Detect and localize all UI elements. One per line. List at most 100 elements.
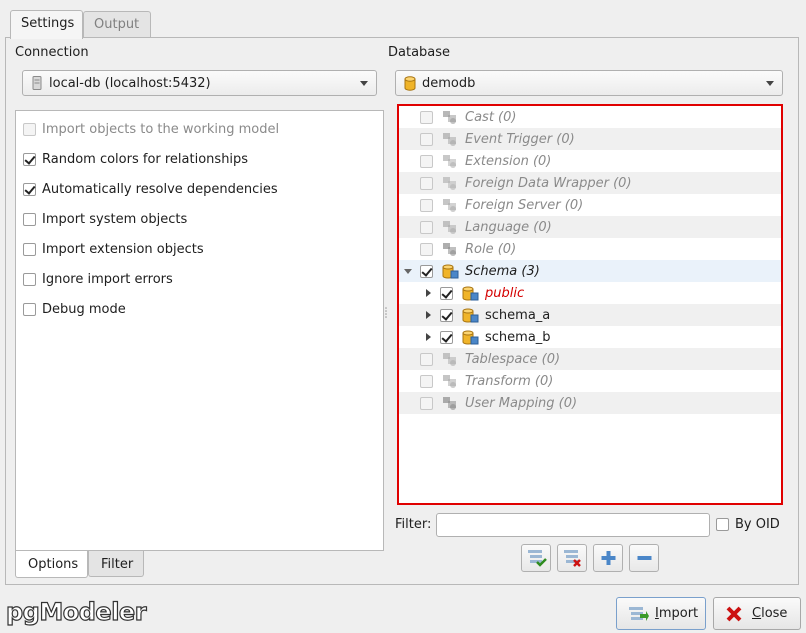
collapse-all-button[interactable]	[629, 544, 659, 572]
object-type-icon	[443, 155, 456, 168]
tree-item[interactable]: schema_a	[399, 304, 781, 326]
tree-item-label: Event Trigger (0)	[465, 131, 575, 147]
checkbox[interactable]	[23, 242, 36, 256]
object-type-icon	[443, 199, 456, 212]
tree-item-label: Schema (3)	[465, 263, 540, 279]
tree-item[interactable]: Schema (3)	[399, 260, 781, 282]
tree-item-label: Language (0)	[465, 219, 552, 235]
tree-item[interactable]: Foreign Server (0)	[399, 194, 781, 216]
tree-item[interactable]: User Mapping (0)	[399, 392, 781, 414]
tree-item-label: public	[485, 285, 525, 301]
close-icon	[726, 606, 742, 621]
tree-item-checkbox[interactable]	[440, 308, 453, 322]
option-ignore-errors[interactable]: Ignore import errors	[23, 269, 173, 289]
tree-item-checkbox[interactable]	[420, 220, 433, 234]
checkbox[interactable]	[23, 302, 36, 316]
tab-options[interactable]: Options	[15, 551, 88, 578]
expand-all-button[interactable]	[593, 544, 623, 572]
tree-item-label: schema_a	[485, 307, 551, 323]
chevron-down-icon	[766, 81, 774, 86]
server-icon	[32, 76, 42, 90]
checkbox[interactable]	[23, 182, 36, 196]
import-button[interactable]: Import	[616, 597, 706, 630]
clear-all-button[interactable]	[557, 544, 587, 572]
object-type-icon	[443, 133, 456, 146]
tree-item-label: schema_b	[485, 329, 551, 345]
tree-item-checkbox[interactable]	[420, 132, 433, 146]
object-type-icon	[443, 177, 456, 190]
option-import-extension-objects[interactable]: Import extension objects	[23, 239, 204, 259]
pgmodeler-logo: pgModeler	[5, 597, 147, 626]
tree-item-checkbox[interactable]	[420, 374, 433, 388]
option-debug-mode[interactable]: Debug mode	[23, 299, 126, 319]
object-type-icon	[443, 111, 456, 124]
filter-input[interactable]	[436, 513, 710, 537]
by-oid-checkbox[interactable]: By OID	[716, 517, 780, 532]
expand-arrow-icon[interactable]	[423, 288, 433, 298]
tree-item-checkbox[interactable]	[420, 110, 433, 124]
expand-arrow-icon[interactable]	[423, 310, 433, 320]
checkbox[interactable]	[23, 152, 36, 166]
connection-value: local-db (localhost:5432)	[49, 76, 211, 91]
database-icon	[404, 76, 416, 91]
tree-item-label: Foreign Server (0)	[465, 197, 584, 213]
checkbox[interactable]	[23, 122, 36, 136]
tree-item[interactable]: Event Trigger (0)	[399, 128, 781, 150]
tree-item-checkbox[interactable]	[420, 176, 433, 190]
tree-item[interactable]: Language (0)	[399, 216, 781, 238]
tree-item-checkbox[interactable]	[420, 352, 433, 366]
tree-item[interactable]: schema_b	[399, 326, 781, 348]
tree-item[interactable]: Cast (0)	[399, 106, 781, 128]
import-label: Import	[655, 606, 699, 621]
tree-item-label: Role (0)	[465, 241, 517, 257]
tab-filter[interactable]: Filter	[88, 551, 144, 577]
option-resolve-dependencies[interactable]: Automatically resolve dependencies	[23, 179, 278, 199]
object-type-icon	[443, 375, 456, 388]
tree-item-checkbox[interactable]	[420, 264, 433, 278]
tree-item-label: Tablespace (0)	[465, 351, 561, 367]
tab-output[interactable]: Output	[83, 11, 151, 38]
tree-item-checkbox[interactable]	[420, 198, 433, 212]
object-type-icon	[443, 243, 456, 256]
object-tree[interactable]: Cast (0) Event Trigger (0) Extension (0) Fo…	[397, 104, 783, 505]
tree-item[interactable]: Extension (0)	[399, 150, 781, 172]
tree-item[interactable]: Role (0)	[399, 238, 781, 260]
collapse-arrow-icon[interactable]	[403, 266, 413, 276]
database-value: demodb	[422, 76, 476, 91]
expand-arrow-icon[interactable]	[423, 332, 433, 342]
checkbox[interactable]	[23, 272, 36, 286]
tree-item-checkbox[interactable]	[420, 242, 433, 256]
tree-item[interactable]: Foreign Data Wrapper (0)	[399, 172, 781, 194]
tree-item[interactable]: Tablespace (0)	[399, 348, 781, 370]
import-icon	[629, 606, 649, 621]
tree-item-checkbox[interactable]	[420, 396, 433, 410]
tab-settings[interactable]: Settings	[10, 10, 83, 39]
tree-item-checkbox[interactable]	[420, 154, 433, 168]
tree-item-checkbox[interactable]	[440, 330, 453, 344]
close-label: Close	[752, 606, 788, 621]
tree-item-checkbox[interactable]	[440, 286, 453, 300]
option-import-system-objects[interactable]: Import system objects	[23, 209, 187, 229]
schema-icon	[462, 330, 479, 345]
tree-item[interactable]: Transform (0)	[399, 370, 781, 392]
tree-item-label: Extension (0)	[465, 153, 552, 169]
option-import-working-model[interactable]: Import objects to the working model	[23, 119, 279, 139]
select-all-button[interactable]	[521, 544, 551, 572]
database-combo[interactable]: demodb	[395, 70, 783, 96]
connection-combo[interactable]: local-db (localhost:5432)	[22, 70, 377, 96]
checkbox[interactable]	[716, 518, 729, 531]
object-type-icon	[443, 353, 456, 366]
checkbox[interactable]	[23, 212, 36, 226]
tree-item-label: Foreign Data Wrapper (0)	[465, 175, 632, 191]
splitter-handle[interactable]	[384, 306, 388, 320]
close-button[interactable]: Close	[713, 597, 801, 630]
option-random-colors[interactable]: Random colors for relationships	[23, 149, 248, 169]
tree-item[interactable]: public	[399, 282, 781, 304]
